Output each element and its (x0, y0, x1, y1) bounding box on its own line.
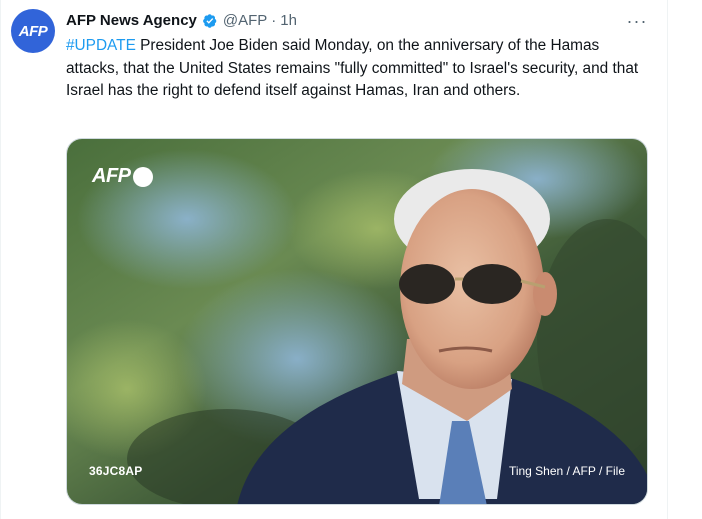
tweet-text: #UPDATE President Joe Biden said Monday,… (66, 35, 648, 103)
display-name[interactable]: AFP News Agency (66, 11, 197, 31)
tweet[interactable]: AFP AFP News Agency @AFP · 1h ··· #UPDAT… (0, 0, 668, 519)
photo-id: 36JC8AP (89, 464, 143, 478)
tweet-body: President Joe Biden said Monday, on the … (66, 37, 639, 100)
tweet-photo[interactable]: AFP 36JC8AP Ting Shen / AFP / File (66, 138, 648, 505)
separator-dot: · (271, 12, 277, 29)
handle[interactable]: @AFP (223, 11, 267, 31)
afp-watermark: AFP (92, 165, 153, 188)
timeline-border-left (0, 0, 1, 519)
timeline-border-right (667, 0, 668, 519)
tweet-header: AFP News Agency @AFP · 1h (66, 11, 297, 31)
avatar[interactable]: AFP (11, 9, 55, 53)
hashtag-link[interactable]: #UPDATE (66, 37, 136, 54)
timestamp[interactable]: 1h (280, 11, 297, 31)
more-options-icon[interactable]: ··· (626, 11, 648, 31)
photo-image (67, 139, 647, 504)
verified-badge-icon[interactable] (201, 12, 219, 30)
photo-credit: Ting Shen / AFP / File (508, 464, 625, 478)
